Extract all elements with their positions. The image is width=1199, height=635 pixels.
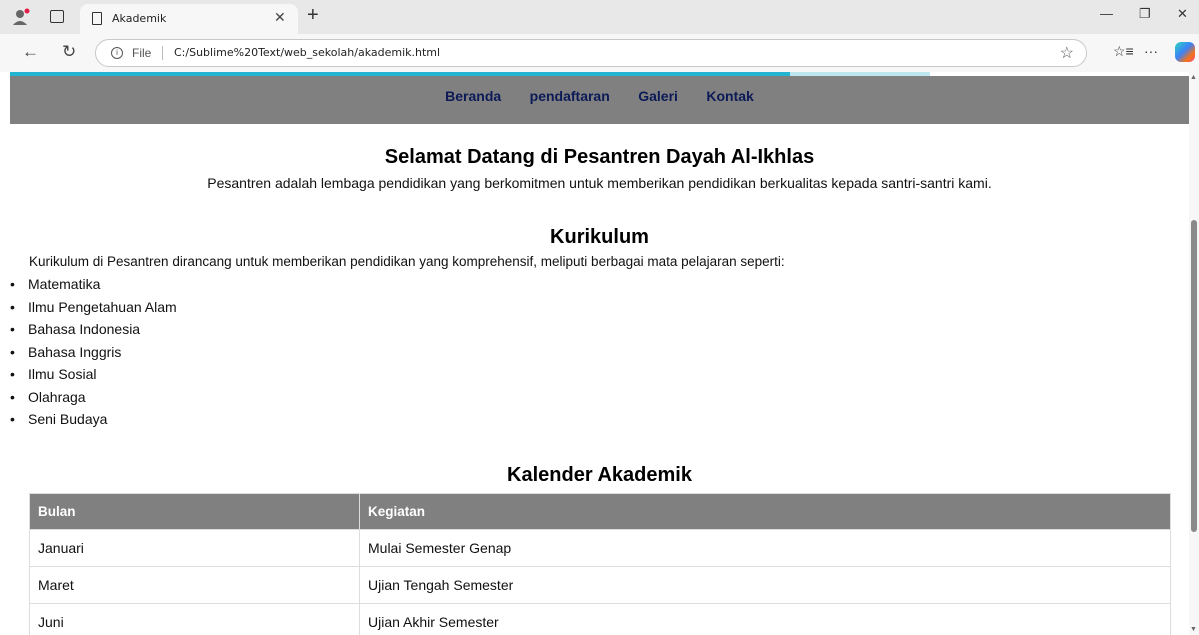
minimize-icon[interactable]: — xyxy=(1100,6,1113,21)
scroll-up-icon[interactable]: ▲ xyxy=(1190,74,1197,81)
browser-tab-bar: Akademik ✕ + — ❐ ✕ xyxy=(0,0,1199,34)
academic-calendar-table: Bulan Kegiatan Januari Mulai Semester Ge… xyxy=(29,492,1171,635)
welcome-text: Pesantren adalah lembaga pendidikan yang… xyxy=(207,175,992,191)
nav-link-pendaftaran[interactable]: pendaftaran xyxy=(530,88,610,104)
copilot-icon[interactable] xyxy=(1175,42,1195,62)
welcome-title: Selamat Datang di Pesantren Dayah Al-Ikh… xyxy=(384,146,815,168)
restore-icon[interactable]: ❐ xyxy=(1139,6,1151,22)
file-label: File xyxy=(132,46,152,60)
scrollbar-thumb[interactable] xyxy=(1191,220,1197,532)
site-nav: Beranda pendaftaran Galeri Kontak xyxy=(10,76,1189,124)
list-item: Bahasa Inggris xyxy=(10,341,1189,364)
browser-toolbar: ← ↻ i File C:/Sublime%20Text/web_sekolah… xyxy=(0,34,1199,72)
subject-list: Matematika Ilmu Pengetahuan Alam Bahasa … xyxy=(10,273,1189,431)
back-icon[interactable]: ← xyxy=(22,42,39,62)
page-viewport: Beranda pendaftaran Galeri Kontak Selama… xyxy=(10,72,1189,635)
window-close-icon[interactable]: ✕ xyxy=(1177,6,1188,22)
table-cell: Ujian Tengah Semester xyxy=(359,565,1171,604)
list-item: Ilmu Sosial xyxy=(10,363,1189,386)
favorite-star-icon[interactable]: ☆ xyxy=(1060,43,1074,63)
list-item: Matematika xyxy=(10,273,1189,296)
nav-link-beranda[interactable]: Beranda xyxy=(445,88,501,104)
column-header-bulan: Bulan xyxy=(29,492,360,530)
table-row: Juni Ujian Akhir Semester xyxy=(29,602,1171,635)
url-text[interactable]: C:/Sublime%20Text/web_sekolah/akademik.h… xyxy=(174,46,440,59)
table-cell: Juni xyxy=(29,602,360,635)
kurikulum-heading: Kurikulum xyxy=(550,226,649,248)
info-icon[interactable]: i xyxy=(111,47,123,59)
table-cell: Maret xyxy=(29,565,360,604)
table-cell: Mulai Semester Genap xyxy=(359,528,1171,567)
address-bar[interactable]: i File C:/Sublime%20Text/web_sekolah/aka… xyxy=(95,39,1087,67)
table-cell: Januari xyxy=(29,528,360,567)
active-tab[interactable]: Akademik ✕ xyxy=(80,4,298,34)
new-tab-icon[interactable]: + xyxy=(307,4,319,27)
list-item: Ilmu Pengetahuan Alam xyxy=(10,296,1189,319)
table-cell: Ujian Akhir Semester xyxy=(359,602,1171,635)
page-scrollbar[interactable]: ▲ ▼ xyxy=(1189,72,1199,635)
tab-actions-icon[interactable] xyxy=(50,10,64,23)
address-divider xyxy=(162,46,163,60)
profile-icon[interactable] xyxy=(12,8,30,26)
list-item: Seni Budaya xyxy=(10,408,1189,431)
close-tab-icon[interactable]: ✕ xyxy=(274,9,286,26)
scroll-down-icon[interactable]: ▼ xyxy=(1190,626,1197,633)
table-row: Maret Ujian Tengah Semester xyxy=(29,565,1171,604)
nav-link-galeri[interactable]: Galeri xyxy=(638,88,678,104)
column-header-kegiatan: Kegiatan xyxy=(359,492,1171,530)
list-item: Bahasa Indonesia xyxy=(10,318,1189,341)
refresh-icon[interactable]: ↻ xyxy=(62,42,76,62)
favorites-icon[interactable]: ☆≡ xyxy=(1113,43,1134,60)
more-menu-icon[interactable]: ··· xyxy=(1144,43,1158,59)
nav-link-kontak[interactable]: Kontak xyxy=(706,88,753,104)
tab-title: Akademik xyxy=(112,12,167,25)
main-content: Selamat Datang di Pesantren Dayah Al-Ikh… xyxy=(10,124,1189,635)
page-icon xyxy=(92,12,102,25)
list-item: Olahraga xyxy=(10,386,1189,409)
kurikulum-description: Kurikulum di Pesantren dirancang untuk m… xyxy=(29,254,785,269)
table-header-row: Bulan Kegiatan xyxy=(29,492,1171,530)
kalender-heading: Kalender Akademik xyxy=(507,463,692,486)
table-row: Januari Mulai Semester Genap xyxy=(29,528,1171,567)
